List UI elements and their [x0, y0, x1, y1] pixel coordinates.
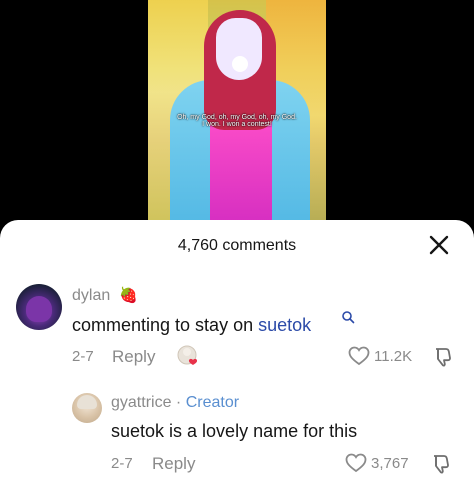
like-count: 11.2K: [374, 347, 413, 365]
strawberry-icon: 🍓: [119, 287, 138, 304]
username-separator: ·: [171, 394, 186, 411]
comment-username-text: gyattrice: [111, 394, 172, 411]
comment-date: 2-7: [72, 348, 94, 365]
avatar[interactable]: [16, 284, 62, 330]
video-frame[interactable]: Oh, my God, oh, my God, oh, my God. I wo…: [148, 0, 326, 232]
comment-username[interactable]: dylan: [72, 287, 110, 305]
comment-text: commenting to stay on suetok: [72, 315, 311, 336]
comment-username[interactable]: gyattrice · Creator: [111, 394, 239, 412]
dislike-icon[interactable]: [430, 453, 452, 475]
video-subtitle-line-2: I won. I won a contest!: [202, 121, 272, 128]
reply-button[interactable]: Reply: [152, 454, 195, 474]
like-button[interactable]: 11.2K: [348, 346, 412, 366]
video-player[interactable]: Oh, my God, oh, my God, oh, my God. I wo…: [0, 0, 474, 232]
dislike-icon[interactable]: [432, 346, 454, 368]
creator-liked-icon: [177, 345, 198, 365]
comments-sheet: 4,760 comments dylan 🍓 commenting to sta…: [0, 220, 474, 488]
comment-text: suetok is a lovely name for this: [111, 421, 358, 441]
avatar-image: [26, 296, 52, 322]
close-icon[interactable]: [428, 234, 450, 256]
video-subject-mouth: [232, 56, 248, 72]
search-tag-link[interactable]: suetok: [258, 315, 311, 335]
avatar[interactable]: [72, 393, 102, 423]
creator-badge: Creator: [185, 394, 240, 411]
like-count: 3,767: [371, 454, 409, 472]
search-icon[interactable]: [341, 310, 355, 324]
comments-count-title: 4,760 comments: [177, 237, 297, 254]
avatar-image: [77, 395, 97, 409]
heart-icon: [348, 346, 370, 366]
comment-date: 2-7: [111, 455, 133, 472]
comment-text-prefix: commenting to stay on: [72, 315, 259, 335]
reply-button[interactable]: Reply: [112, 347, 155, 367]
heart-icon: [345, 453, 367, 473]
like-button[interactable]: 3,767: [345, 453, 409, 473]
